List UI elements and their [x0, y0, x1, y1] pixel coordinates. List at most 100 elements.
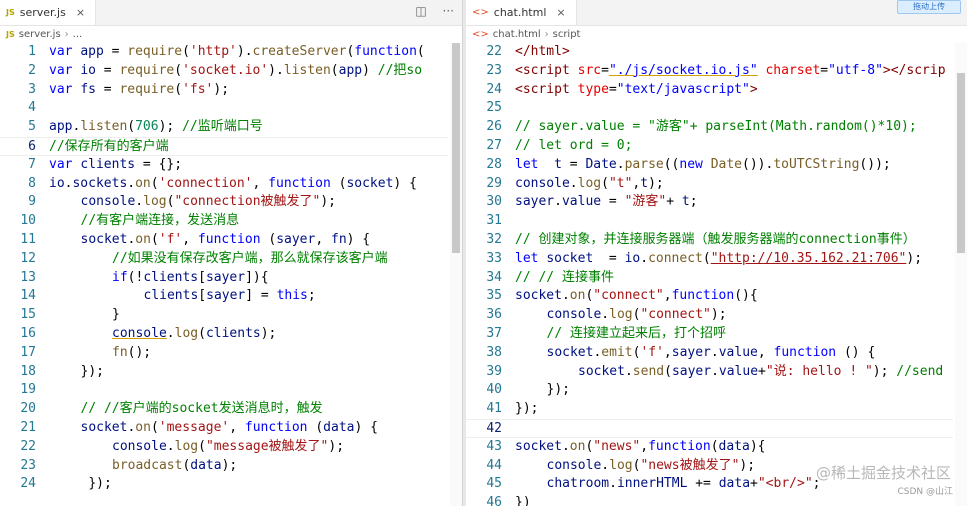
- code-line[interactable]: 37 // 连接建立起来后，打个招呼: [466, 325, 953, 344]
- code-token: "connect": [640, 307, 711, 323]
- code-token: <script: [515, 81, 578, 97]
- code-token: (: [174, 81, 183, 97]
- code-line[interactable]: 22 </html>: [466, 43, 953, 62]
- code-editor[interactable]: 1 var app = require('http').createServer(…: [0, 43, 448, 494]
- code-line[interactable]: 46}): [466, 494, 953, 506]
- code-line[interactable]: 33 let socket = io.connect("http://10.35.…: [466, 250, 953, 269]
- code-line[interactable]: 20 // //客户端的socket发送消息时，触发: [0, 400, 448, 419]
- code-line[interactable]: 34 // // 连接事件: [466, 269, 953, 288]
- code-token: =: [608, 81, 617, 97]
- code-line[interactable]: 12 //如果没有保存改客户端，那么就保存该客户端: [0, 250, 448, 269]
- code-line[interactable]: 30 sayer.value = "游客"+ t;: [466, 193, 953, 212]
- code-line[interactable]: 42: [466, 418, 953, 438]
- code-line[interactable]: 25: [466, 99, 953, 118]
- code-line[interactable]: 43 socket.on("news",function(data){: [466, 438, 953, 457]
- html-file-icon: <>: [472, 7, 489, 18]
- code-line[interactable]: 2 var io = require('socket.io').listen(ap…: [0, 62, 448, 81]
- breadcrumb-rest[interactable]: script: [553, 29, 581, 40]
- code-line[interactable]: 19: [0, 381, 448, 400]
- code-token: log: [174, 438, 199, 454]
- code-line[interactable]: 36 console.log("connect");: [466, 306, 953, 325]
- code-line[interactable]: 17 fn();: [0, 344, 448, 363]
- code-line[interactable]: 31: [466, 212, 953, 231]
- close-icon[interactable]: ×: [556, 6, 565, 19]
- code-line[interactable]: 40});: [466, 381, 953, 400]
- code-line[interactable]: 3 var fs = require('fs');: [0, 81, 448, 100]
- code-token: data: [323, 419, 355, 435]
- code-token: data: [718, 438, 750, 454]
- upload-button[interactable]: 拖动上传: [897, 0, 961, 14]
- code-token: ></scrip: [882, 62, 946, 78]
- code-token: ) {: [346, 231, 371, 247]
- code-line[interactable]: 24 });: [0, 475, 448, 494]
- line-number: 24: [486, 81, 502, 97]
- code-line[interactable]: 16 console.log(clients);: [0, 325, 448, 344]
- code-line[interactable]: 4: [0, 99, 448, 118]
- close-icon[interactable]: ×: [76, 6, 85, 19]
- code-line[interactable]: 11 socket.on('f', function (sayer, fn) {: [0, 231, 448, 250]
- code-token: //监听端口号: [182, 119, 263, 135]
- code-token: sayer: [515, 194, 555, 210]
- code-line[interactable]: 35 socket.on("connect",function(){: [466, 287, 953, 306]
- code-token: t: [640, 175, 649, 191]
- code-line[interactable]: 24 <script type="text/javascript">: [466, 81, 953, 100]
- vertical-scrollbar[interactable]: [450, 43, 462, 506]
- split-editor-icon[interactable]: ◫: [415, 4, 426, 18]
- code-line[interactable]: 7 var clients = {};: [0, 156, 448, 175]
- code-token: (: [182, 44, 190, 59]
- code-line[interactable]: 14 clients[sayer] = this;: [0, 287, 448, 306]
- code-line[interactable]: 32 // 创建对象，并连接服务器端（触发服务器端的connection事件）: [466, 231, 953, 250]
- code-line[interactable]: 23 broadcast(data);: [0, 457, 448, 476]
- line-number: 7: [28, 156, 36, 172]
- code-line[interactable]: 5 app.listen(706); //监听端口号: [0, 118, 448, 137]
- code-line[interactable]: 28 let t = Date.parse((new Date()).toUTCS…: [466, 156, 953, 175]
- line-number: 22: [486, 44, 502, 59]
- watermark: @稀土掘金技术社区: [815, 464, 951, 482]
- line-number: 16: [20, 325, 36, 341]
- code-line[interactable]: 10 //有客户端连接，发送消息: [0, 212, 448, 231]
- scrollbar-thumb[interactable]: [957, 73, 965, 253]
- code-line[interactable]: 27 // let ord = 0;: [466, 137, 953, 156]
- js-file-icon: JS: [6, 30, 15, 39]
- code-token: ) {: [354, 419, 378, 435]
- code-token: send: [632, 363, 665, 379]
- code-line[interactable]: 13 if(!clients[sayer]){: [0, 269, 448, 288]
- code-token: }: [112, 307, 120, 323]
- code-token: ,: [315, 231, 331, 247]
- breadcrumb-rest[interactable]: ...: [73, 29, 83, 40]
- code-line[interactable]: 18});: [0, 363, 448, 382]
- code-line[interactable]: 22 console.log("message被触发了");: [0, 438, 448, 457]
- code-line[interactable]: 9 console.log("connection被触发了");: [0, 193, 448, 212]
- code-token: .: [561, 288, 570, 304]
- code-token: "utf-8": [828, 62, 883, 78]
- tab-chat-html[interactable]: <> chat.html ×: [466, 0, 577, 25]
- code-token: socket: [546, 250, 594, 266]
- code-token: let: [515, 156, 547, 172]
- code-line[interactable]: 38 socket.emit('f',sayer.value, function …: [466, 344, 953, 363]
- code-token: ).: [268, 62, 284, 78]
- code-token: =: [601, 62, 609, 78]
- breadcrumb-file[interactable]: server.js: [19, 29, 61, 40]
- tab-server-js[interactable]: JS server.js ×: [0, 0, 97, 25]
- code-token: createServer: [252, 44, 347, 59]
- code-line[interactable]: 6 //保存所有的客户端: [0, 136, 448, 156]
- breadcrumb-file[interactable]: chat.html: [493, 29, 541, 40]
- code-line[interactable]: 41});: [466, 400, 953, 419]
- more-actions-icon[interactable]: ···: [443, 4, 454, 18]
- code-line[interactable]: 8 io.sockets.on('connection', function (s…: [0, 175, 448, 194]
- code-line[interactable]: 29 console.log("t",t);: [466, 175, 953, 194]
- vertical-scrollbar[interactable]: [955, 43, 967, 506]
- code-editor[interactable]: 22 </html> 23 <script src="./js/socket.io.j…: [466, 43, 953, 506]
- code-line[interactable]: 23 <script src="./js/socket.io.js" charse…: [466, 62, 953, 81]
- code-line[interactable]: 26 // sayer.value = "游客"+ parseInt(Math.r…: [466, 118, 953, 137]
- scrollbar-thumb[interactable]: [452, 43, 460, 253]
- code-token: =: [95, 81, 120, 97]
- code-line[interactable]: 39 socket.send(sayer.value+"说: hello ! ")…: [466, 363, 953, 382]
- code-token: clients: [80, 156, 136, 172]
- code-line[interactable]: 1 var app = require('http').createServer(…: [0, 43, 448, 62]
- code-token: //把so: [377, 62, 423, 78]
- line-number: 30: [486, 194, 502, 210]
- code-token: ): [362, 62, 378, 78]
- code-line[interactable]: 15}: [0, 306, 448, 325]
- code-line[interactable]: 21 socket.on('message', function (data) {: [0, 419, 448, 438]
